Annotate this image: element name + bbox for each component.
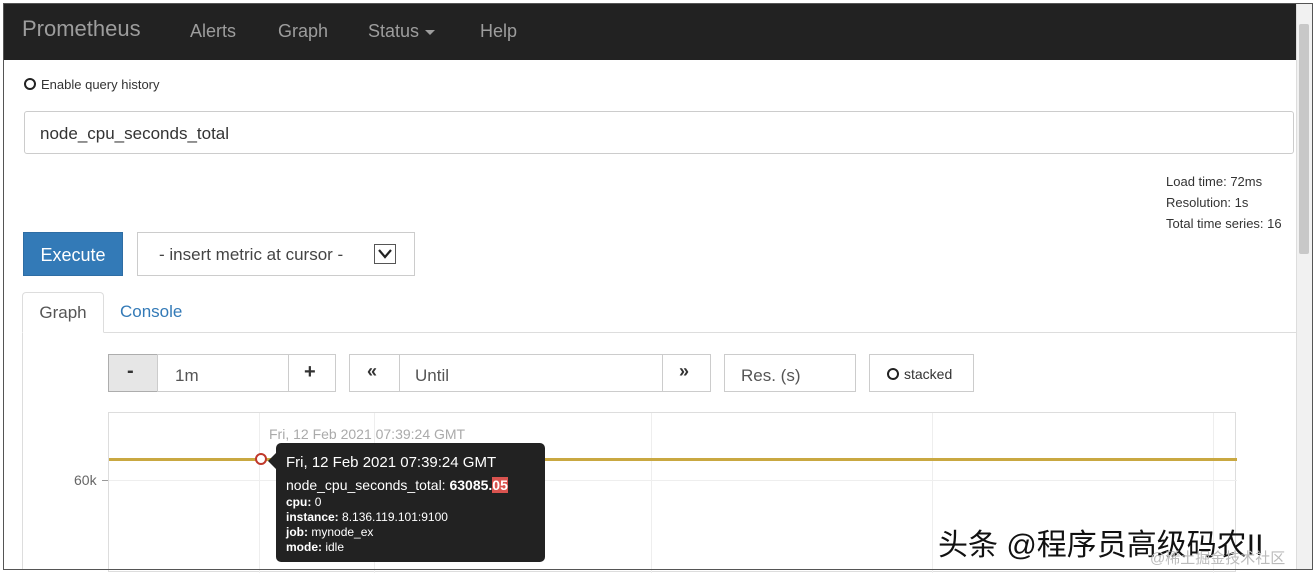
label-value: 8.136.119.101:9100 bbox=[342, 510, 448, 524]
hover-point-marker bbox=[255, 453, 267, 465]
tooltip-time: Fri, 12 Feb 2021 07:39:24 GMT bbox=[286, 454, 497, 471]
tooltip-value-main: 63085. bbox=[449, 477, 493, 493]
resolution-placeholder: Res. (s) bbox=[741, 366, 801, 385]
tooltip-label-instance: instance: 8.136.119.101:9100 bbox=[286, 510, 545, 525]
nav-status-label: Status bbox=[368, 21, 420, 41]
label-value: idle bbox=[325, 540, 345, 554]
range-value: 1m bbox=[175, 366, 199, 385]
tooltip-value: 63085.05 bbox=[449, 477, 508, 493]
tooltip-label-mode: mode: idle bbox=[286, 540, 545, 555]
tooltip-arrow bbox=[268, 453, 276, 469]
nav-graph[interactable]: Graph bbox=[278, 21, 328, 42]
watermark-sub: @稀土掘金技术社区 bbox=[1150, 550, 1286, 567]
time-back-button[interactable]: « bbox=[349, 354, 400, 392]
load-time: Load time: 72ms bbox=[1166, 174, 1263, 189]
nav-help[interactable]: Help bbox=[480, 21, 517, 42]
grid-line bbox=[259, 413, 260, 573]
nav-alerts[interactable]: Alerts bbox=[190, 21, 236, 42]
tab-console[interactable]: Console bbox=[120, 302, 182, 322]
plus-icon: + bbox=[304, 361, 316, 383]
tooltip-label-job: job: mynode_ex bbox=[286, 525, 545, 540]
caret-down-icon bbox=[425, 29, 436, 35]
until-input[interactable]: Until bbox=[399, 354, 663, 392]
nav-status[interactable]: Status bbox=[368, 21, 436, 42]
tab-graph[interactable]: Graph bbox=[22, 292, 104, 333]
stacked-label: stacked bbox=[904, 366, 953, 382]
label-key: job: bbox=[286, 525, 308, 539]
resolution-input[interactable]: Res. (s) bbox=[724, 354, 856, 392]
hover-tooltip: Fri, 12 Feb 2021 07:39:24 GMT node_cpu_s… bbox=[268, 443, 545, 562]
navbar: Prometheus Alerts Graph Status Help bbox=[4, 4, 1296, 60]
checkbox-circle-icon[interactable] bbox=[24, 78, 36, 90]
tooltip-label-cpu: cpu: 0 bbox=[286, 495, 545, 510]
vertical-scrollbar[interactable] bbox=[1296, 4, 1312, 569]
range-decrease-button[interactable]: - bbox=[108, 354, 158, 392]
grid-line bbox=[932, 413, 933, 573]
range-increase-button[interactable]: + bbox=[288, 354, 336, 392]
label-key: cpu: bbox=[286, 495, 312, 509]
expression-value: node_cpu_seconds_total bbox=[40, 124, 230, 143]
metric-select-value: - insert metric at cursor - bbox=[159, 245, 344, 264]
chevron-down-icon[interactable] bbox=[374, 244, 396, 264]
stacked-toggle[interactable]: stacked bbox=[869, 354, 974, 392]
metric-select[interactable]: - insert metric at cursor - bbox=[137, 232, 415, 276]
brand-link[interactable]: Prometheus bbox=[22, 16, 141, 42]
label-value: mynode_ex bbox=[311, 525, 374, 539]
tooltip-value-highlight: 05 bbox=[492, 477, 508, 493]
label-value: 0 bbox=[314, 495, 322, 509]
range-input[interactable]: 1m bbox=[157, 354, 289, 392]
resolution: Resolution: 1s bbox=[1166, 195, 1249, 210]
fast-forward-icon: » bbox=[679, 361, 690, 381]
query-history-label: Enable query history bbox=[41, 77, 160, 92]
label-key: instance: bbox=[286, 510, 339, 524]
stacked-circle-icon bbox=[887, 368, 899, 380]
execute-button[interactable]: Execute bbox=[23, 232, 123, 276]
tooltip-metric: node_cpu_seconds_total: 63085.05 bbox=[286, 475, 545, 495]
time-forward-button[interactable]: » bbox=[662, 354, 711, 392]
hover-time-label: Fri, 12 Feb 2021 07:39:24 GMT bbox=[269, 426, 466, 442]
query-history-toggle[interactable]: Enable query history bbox=[24, 77, 160, 92]
tooltip-metric-name: node_cpu_seconds_total: bbox=[286, 477, 446, 493]
expression-input[interactable]: node_cpu_seconds_total bbox=[24, 111, 1294, 154]
scrollbar-thumb[interactable] bbox=[1299, 24, 1309, 254]
total-time-series: Total time series: 16 bbox=[1166, 216, 1282, 231]
grid-line bbox=[651, 413, 652, 573]
y-tick-mark bbox=[102, 480, 108, 481]
until-placeholder: Until bbox=[415, 366, 450, 385]
label-key: mode: bbox=[286, 540, 322, 554]
query-stats: Load time: 72ms Resolution: 1s Total tim… bbox=[1166, 171, 1282, 234]
y-tick-label: 60k bbox=[74, 472, 97, 488]
minus-icon: - bbox=[127, 360, 134, 382]
rewind-icon: « bbox=[367, 361, 378, 381]
